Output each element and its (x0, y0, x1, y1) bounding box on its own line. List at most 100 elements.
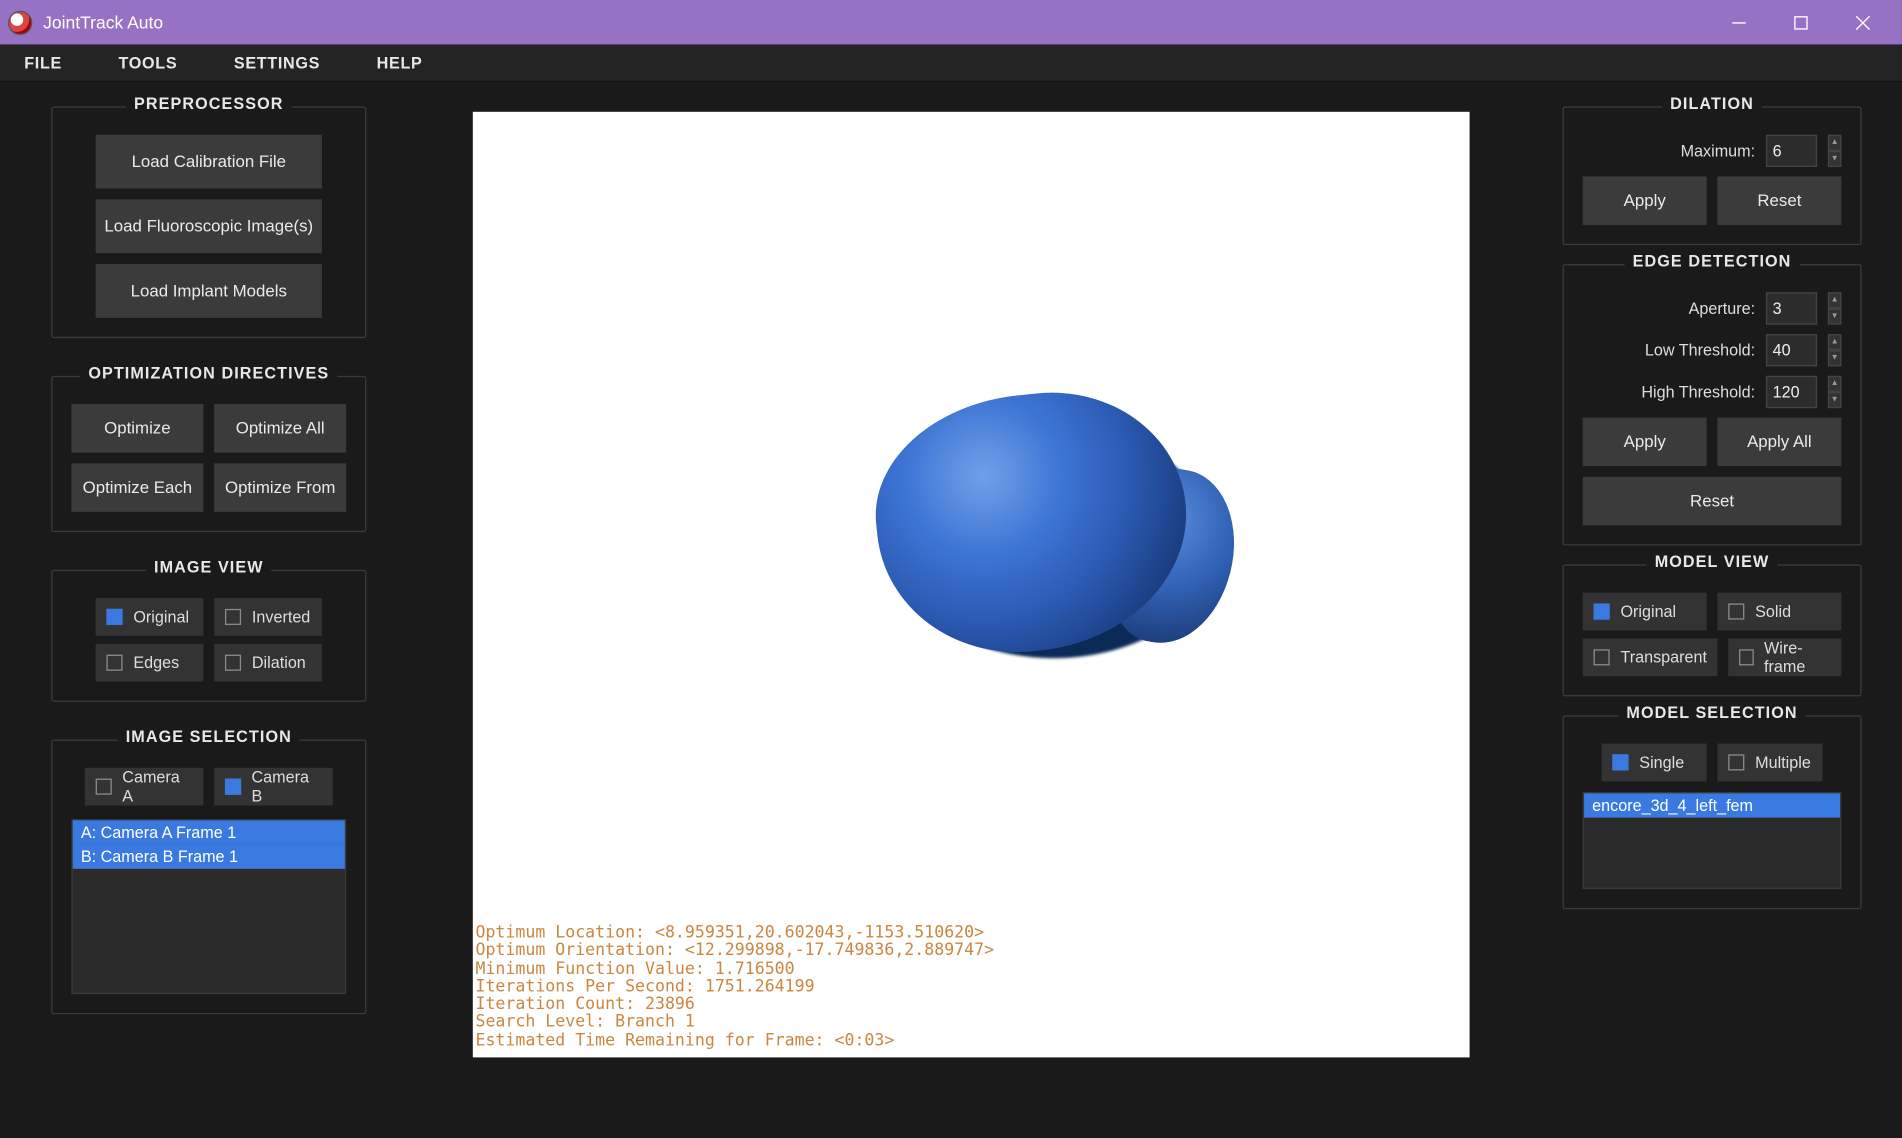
edge-detection-panel: EDGE DETECTION Aperture: ▲▼ Low Threshol… (1563, 264, 1862, 546)
arrow-up-icon[interactable]: ▲ (1828, 334, 1841, 350)
image-view-inverted-checkbox[interactable]: Inverted (214, 598, 322, 636)
checkbox-label: Wire-frame (1764, 638, 1831, 676)
model-view-panel: MODEL VIEW Original Solid Transparent Wi… (1563, 564, 1862, 696)
checkbox-label: Original (133, 607, 189, 626)
dilation-reset-button[interactable]: Reset (1717, 176, 1841, 224)
camera-a-checkbox[interactable]: Camera A (85, 768, 204, 806)
model-view-solid-checkbox[interactable]: Solid (1717, 593, 1841, 631)
spinner-arrows[interactable]: ▲▼ (1828, 135, 1841, 167)
menu-tools[interactable]: TOOLS (110, 48, 185, 78)
model-selection-panel: MODEL SELECTION Single Multiple encore_3… (1563, 715, 1862, 909)
dilation-max-field[interactable] (1767, 141, 1815, 160)
checkbox-icon (1612, 754, 1628, 770)
panel-title: PREPROCESSOR (126, 94, 292, 113)
load-fluoroscopic-button[interactable]: Load Fluoroscopic Image(s) (96, 199, 322, 253)
model-view-original-checkbox[interactable]: Original (1583, 593, 1707, 631)
panel-title: MODEL SELECTION (1618, 703, 1805, 722)
arrow-up-icon[interactable]: ▲ (1828, 376, 1841, 392)
preprocessor-panel: PREPROCESSOR Load Calibration File Load … (51, 106, 366, 338)
app-icon (8, 10, 32, 34)
checkbox-label: Inverted (252, 607, 310, 626)
arrow-down-icon[interactable]: ▼ (1828, 350, 1841, 366)
dilation-max-input[interactable] (1766, 135, 1817, 167)
checkbox-icon (1728, 754, 1744, 770)
checkbox-icon (1594, 649, 1610, 665)
checkbox-label: Original (1620, 602, 1676, 621)
camera-b-checkbox[interactable]: Camera B (214, 768, 333, 806)
dilation-max-label: Maximum: (1681, 141, 1756, 160)
checkbox-label: Camera A (122, 768, 192, 806)
optimize-button[interactable]: Optimize (71, 404, 203, 452)
image-view-original-checkbox[interactable]: Original (96, 598, 204, 636)
dilation-panel: DILATION Maximum: ▲▼ Apply Reset (1563, 106, 1862, 245)
menu-file[interactable]: FILE (16, 48, 70, 78)
checkbox-label: Edges (133, 653, 179, 672)
menu-help[interactable]: HELP (369, 48, 431, 78)
checkbox-label: Single (1639, 753, 1684, 772)
arrow-up-icon[interactable]: ▲ (1828, 292, 1841, 308)
panel-title: IMAGE SELECTION (118, 727, 300, 746)
edge-apply-all-button[interactable]: Apply All (1717, 418, 1841, 466)
checkbox-label: Multiple (1755, 753, 1811, 772)
checkbox-icon (225, 779, 241, 795)
optimize-all-button[interactable]: Optimize All (214, 404, 346, 452)
viewport[interactable]: Optimum Location: <8.959351,20.602043,-1… (473, 112, 1470, 1058)
status-overlay: Optimum Location: <8.959351,20.602043,-1… (475, 924, 994, 1049)
model-view-transparent-checkbox[interactable]: Transparent (1583, 638, 1718, 676)
low-threshold-input[interactable] (1766, 334, 1817, 366)
checkbox-icon (1594, 603, 1610, 619)
maximize-button[interactable] (1770, 0, 1832, 44)
model-multiple-checkbox[interactable]: Multiple (1717, 744, 1822, 782)
aperture-field[interactable] (1767, 299, 1815, 318)
image-view-panel: IMAGE VIEW Original Inverted Edges Dilat… (51, 570, 366, 702)
checkbox-label: Solid (1755, 602, 1791, 621)
arrow-down-icon[interactable]: ▼ (1828, 151, 1841, 167)
image-view-dilation-checkbox[interactable]: Dilation (214, 644, 322, 682)
high-threshold-field[interactable] (1767, 383, 1815, 402)
list-item[interactable]: encore_3d_4_left_fem (1584, 793, 1840, 817)
spinner-arrows[interactable]: ▲▼ (1828, 376, 1841, 408)
panel-title: EDGE DETECTION (1625, 252, 1800, 271)
model-listbox[interactable]: encore_3d_4_left_fem (1583, 792, 1842, 889)
high-threshold-input[interactable] (1766, 376, 1817, 408)
close-button[interactable] (1832, 0, 1894, 44)
checkbox-icon (106, 609, 122, 625)
aperture-input[interactable] (1766, 292, 1817, 324)
spinner-arrows[interactable]: ▲▼ (1828, 334, 1841, 366)
model-view-wireframe-checkbox[interactable]: Wire-frame (1729, 638, 1842, 676)
dilation-apply-button[interactable]: Apply (1583, 176, 1707, 224)
minimize-button[interactable] (1708, 0, 1770, 44)
spinner-arrows[interactable]: ▲▼ (1828, 292, 1841, 324)
list-item[interactable]: B: Camera B Frame 1 (73, 845, 345, 869)
low-threshold-field[interactable] (1767, 341, 1815, 360)
arrow-down-icon[interactable]: ▼ (1828, 392, 1841, 408)
checkbox-icon (225, 655, 241, 671)
optimization-directives-panel: OPTIMIZATION DIRECTIVES Optimize Optimiz… (51, 376, 366, 532)
checkbox-label: Transparent (1620, 648, 1707, 667)
checkbox-label: Camera B (251, 768, 321, 806)
checkbox-icon (1739, 649, 1753, 665)
aperture-label: Aperture: (1689, 299, 1755, 318)
panel-title: DILATION (1662, 94, 1762, 113)
titlebar: JointTrack Auto (0, 0, 1902, 44)
optimize-each-button[interactable]: Optimize Each (71, 463, 203, 511)
edge-apply-button[interactable]: Apply (1583, 418, 1707, 466)
image-view-edges-checkbox[interactable]: Edges (96, 644, 204, 682)
edge-reset-button[interactable]: Reset (1583, 477, 1842, 525)
checkbox-icon (96, 779, 112, 795)
menubar: FILE TOOLS SETTINGS HELP (0, 44, 1902, 82)
panel-title: OPTIMIZATION DIRECTIVES (80, 364, 337, 383)
model-single-checkbox[interactable]: Single (1602, 744, 1707, 782)
low-threshold-label: Low Threshold: (1645, 341, 1755, 360)
checkbox-icon (106, 655, 122, 671)
menu-settings[interactable]: SETTINGS (226, 48, 328, 78)
load-calibration-button[interactable]: Load Calibration File (96, 135, 322, 189)
high-threshold-label: High Threshold: (1641, 383, 1755, 402)
arrow-up-icon[interactable]: ▲ (1828, 135, 1841, 151)
load-implant-button[interactable]: Load Implant Models (96, 264, 322, 318)
frame-listbox[interactable]: A: Camera A Frame 1 B: Camera B Frame 1 (71, 819, 346, 994)
panel-title: MODEL VIEW (1647, 552, 1778, 571)
list-item[interactable]: A: Camera A Frame 1 (73, 820, 345, 844)
arrow-down-icon[interactable]: ▼ (1828, 308, 1841, 324)
optimize-from-button[interactable]: Optimize From (214, 463, 346, 511)
